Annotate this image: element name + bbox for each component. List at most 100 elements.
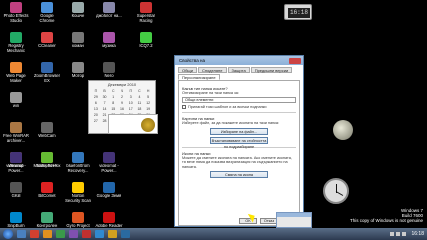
- small-window-titlebar[interactable]: [277, 213, 311, 217]
- small-window[interactable]: [276, 212, 312, 228]
- tab-security[interactable]: Защита: [227, 67, 250, 73]
- close-icon[interactable]: [289, 57, 301, 64]
- calendar-day[interactable]: 14: [101, 107, 109, 112]
- calendar-day[interactable]: 13: [92, 107, 100, 112]
- checkbox-icon[interactable]: [182, 105, 186, 110]
- desktop-icon[interactable]: Free WinRAR archiver...: [2, 122, 30, 146]
- desktop-icon-label: CCleaner: [38, 44, 56, 48]
- desktop-icon[interactable]: videomat - Power...: [95, 152, 123, 176]
- calendar-day[interactable]: 5: [144, 95, 152, 100]
- tray-icon[interactable]: [396, 232, 401, 236]
- calendar-day[interactable]: 30: [101, 95, 109, 100]
- customize-panel: Какъв тип папка искате? Оптимизиране на …: [178, 80, 300, 226]
- desktop-icon[interactable]: win: [2, 92, 30, 116]
- taskbar: 16:18: [0, 228, 427, 240]
- desktop-icon[interactable]: Web Page Maker: [2, 62, 30, 86]
- desktop-icon[interactable]: коман: [64, 32, 92, 56]
- calendar-day[interactable]: 20: [92, 113, 100, 118]
- tray-icon[interactable]: [390, 232, 395, 236]
- calendar-day[interactable]: 4: [136, 95, 144, 100]
- tab-previous-versions[interactable]: Предишни версии: [250, 67, 293, 73]
- calendar-day[interactable]: 9: [118, 101, 126, 106]
- desktop-icon[interactable]: Кошче: [64, 2, 92, 26]
- desktop-icon[interactable]: Google Chrome: [33, 2, 61, 26]
- desktop-icon[interactable]: GKill: [2, 182, 30, 206]
- desktop-icon[interactable]: ZoomBrowser EX: [33, 62, 61, 86]
- desktop-icon[interactable]: bluefontfrom Recovery...: [64, 152, 92, 176]
- app-icon: [140, 32, 152, 43]
- calendar-weekday: С: [138, 89, 141, 93]
- taskbar-app-button[interactable]: [56, 230, 65, 238]
- desktop-icon[interactable]: WebCam: [33, 122, 61, 146]
- calendar-day[interactable]: 10: [127, 101, 135, 106]
- app-icon: [41, 62, 53, 73]
- start-button[interactable]: [3, 229, 13, 239]
- calendar-day[interactable]: 3: [127, 95, 135, 100]
- taskbar-app-button[interactable]: [43, 230, 52, 238]
- taskbar-app-button[interactable]: [121, 230, 130, 238]
- desktop-icon[interactable]: Registry Mechanic: [2, 32, 30, 56]
- dialog-titlebar[interactable]: Свойства на: [175, 56, 303, 65]
- app-icon: [41, 152, 53, 163]
- optimize-label: Оптимизиране на тази папка за:: [182, 91, 239, 95]
- taskbar-app-button[interactable]: [82, 230, 91, 238]
- taskbar-app-button[interactable]: [30, 230, 39, 238]
- taskbar-app-button[interactable]: [69, 230, 78, 238]
- apply-subfolders-checkbox[interactable]: Прилагай този шаблон и за всички подпапк…: [182, 105, 296, 110]
- app-icon: [72, 62, 84, 73]
- watermark-line: This copy of Windows is not genuine: [349, 218, 423, 223]
- tab-sharing[interactable]: Споделяне: [197, 67, 227, 73]
- optimize-select[interactable]: Общи елементи: [182, 97, 296, 104]
- analog-clock-gadget[interactable]: [323, 178, 349, 204]
- calendar-weekday: Н: [146, 89, 150, 93]
- desktop-icon[interactable]: videomat - Power...: [2, 152, 30, 176]
- desktop-icon[interactable]: ICQ7.2: [132, 32, 160, 56]
- calendar-day[interactable]: 18: [136, 107, 144, 112]
- moon-gadget[interactable]: [333, 120, 353, 140]
- app-icon: [103, 182, 115, 193]
- taskbar-app-button[interactable]: [17, 230, 26, 238]
- desktop-icon[interactable]: джоблот на...: [95, 2, 123, 26]
- calendar-day[interactable]: 27: [92, 119, 100, 124]
- app-icon: [41, 32, 53, 43]
- desktop-icon[interactable]: Superstar Racing: [132, 2, 160, 26]
- calendar-day[interactable]: 29: [92, 95, 100, 100]
- calendar-day[interactable]: 7: [101, 101, 109, 106]
- app-icon: [41, 2, 53, 13]
- change-icon-button[interactable]: Смяна на икона: [210, 171, 268, 179]
- tray-icon[interactable]: [402, 232, 407, 236]
- calendar-day[interactable]: 6: [92, 101, 100, 106]
- taskbar-app-button[interactable]: [108, 230, 117, 238]
- app-icon: [103, 2, 115, 13]
- desktop-icon-label: GKill: [11, 194, 21, 198]
- tab-general[interactable]: Общи: [178, 67, 197, 73]
- calendar-day[interactable]: 8: [109, 101, 117, 106]
- folder-properties-dialog: Свойства на Общи Споделяне Защита Предиш…: [174, 55, 304, 227]
- app-icon: [72, 2, 84, 13]
- desktop-icon[interactable]: Notepad++: [33, 152, 61, 176]
- calendar-day[interactable]: 12: [144, 101, 152, 106]
- calendar-day[interactable]: 11: [136, 101, 144, 106]
- calendar-day[interactable]: 19: [144, 107, 152, 112]
- calendar-day[interactable]: 15: [109, 107, 117, 112]
- calendar-day[interactable]: 16: [118, 107, 126, 112]
- calendar-day[interactable]: 2: [118, 95, 126, 100]
- desktop-icon[interactable]: Photo Effects Studio: [2, 2, 30, 26]
- taskbar-app-button[interactable]: [95, 230, 104, 238]
- calendar-day[interactable]: 1: [109, 95, 117, 100]
- desktop-icon-label: Norton Security Scan: [65, 194, 91, 203]
- desktop-icon[interactable]: Google Земя: [95, 182, 123, 206]
- app-icon: [103, 152, 115, 163]
- taskbar-clock[interactable]: 16:18: [411, 231, 424, 237]
- desktop-icon-label: Кошче: [71, 14, 85, 18]
- desktop-icon[interactable]: Norton Security Scan: [64, 182, 92, 206]
- desktop-icon[interactable]: музика: [95, 32, 123, 56]
- desktop-icon-label: WebCam: [38, 134, 56, 138]
- calendar-day[interactable]: 17: [127, 107, 135, 112]
- choose-file-button[interactable]: Избиране на файл...: [210, 127, 268, 135]
- desktop-icon-label: ZoomBrowser EX: [33, 74, 61, 83]
- desktop-icon[interactable]: BitComet: [33, 182, 61, 206]
- desktop-icon[interactable]: CCleaner: [33, 32, 61, 56]
- restore-default-button[interactable]: Възстановяване на стойността по подразби…: [210, 136, 268, 149]
- digital-clock-gadget[interactable]: 16:18: [284, 4, 312, 20]
